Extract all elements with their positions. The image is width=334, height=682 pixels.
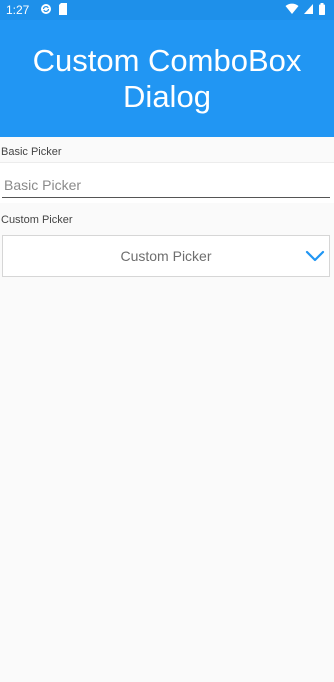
custom-picker-label: Custom Picker (1, 214, 73, 226)
status-left-icons (40, 3, 68, 15)
basic-picker-label: Basic Picker (1, 146, 62, 158)
signal-icon (304, 4, 313, 14)
sd-card-icon (59, 3, 67, 15)
basic-picker-field[interactable]: Basic Picker (2, 174, 330, 198)
status-right-icons (285, 3, 326, 15)
status-time: 1:27 (6, 3, 30, 17)
battery-icon (319, 3, 325, 15)
sync-icon (41, 4, 51, 14)
wifi-icon (285, 3, 299, 14)
status-bar: 1:27 (0, 0, 334, 20)
app-header: Custom ComboBox Dialog (0, 20, 334, 137)
custom-picker-value: Custom Picker (120, 248, 212, 264)
page-title: Custom ComboBox Dialog (32, 42, 302, 114)
basic-picker-row: Basic Picker (0, 162, 334, 203)
chevron-down-icon[interactable] (305, 248, 325, 264)
custom-picker[interactable]: Custom Picker (2, 235, 330, 277)
